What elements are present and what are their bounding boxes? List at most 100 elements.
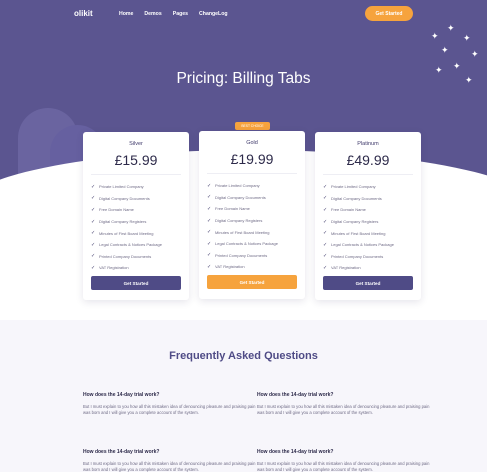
feature-label: Minutes of First Board Meeting — [99, 230, 154, 236]
faq-section: Frequently Asked Questions How does the … — [0, 320, 487, 472]
feature-item: ✓ Digital Company Registers — [91, 216, 162, 228]
faq-item: How does the 14-day trial work? But I mu… — [83, 449, 263, 472]
silver-get-started-button[interactable]: Get Started — [91, 276, 181, 290]
plan-price: £19.99 — [230, 151, 274, 167]
feature-label: Minutes of First Board Meeting — [331, 230, 386, 236]
feature-label: Legal Contracts & Notices Package — [99, 242, 162, 248]
gold-get-started-button[interactable]: Get Started — [207, 275, 297, 289]
feature-list: ✓ Private Limited Company ✓ Digital Compan… — [91, 181, 162, 274]
feature-label: Digital Company Documents — [99, 195, 150, 201]
bird-icon: ✦ — [463, 33, 471, 43]
check-icon: ✓ — [323, 218, 328, 225]
faq-item: How does the 14-day trial work? But I mu… — [257, 449, 437, 472]
feature-item: ✓ Minutes of First Board Meeting — [323, 227, 394, 239]
feature-item: ✓ Printed Company Documents — [207, 250, 278, 262]
nav-links: Home Demos Pages ChangeLog — [119, 11, 228, 17]
nav-link-pages[interactable]: Pages — [173, 11, 188, 17]
pricing-card-silver: Silver £15.99 ✓ Private Limited Company ✓… — [83, 132, 189, 300]
feature-item: ✓ Digital Company Documents — [323, 193, 394, 205]
feature-label: Printed Company Documents — [331, 253, 384, 259]
nav-link-changelog[interactable]: ChangeLog — [199, 11, 228, 17]
check-icon: ✓ — [207, 194, 212, 201]
faq-question: How does the 14-day trial work? — [83, 449, 160, 455]
feature-label: Free Domain Name — [99, 207, 134, 213]
feature-item: ✓ Minutes of First Board Meeting — [91, 227, 162, 239]
feature-item: ✓ VAT Registration — [207, 261, 278, 273]
divider — [207, 173, 297, 174]
bird-icon: ✦ — [471, 49, 479, 59]
feature-label: Printed Company Documents — [99, 253, 152, 259]
logo[interactable]: olikit — [74, 9, 93, 18]
feature-item: ✓ Digital Company Registers — [207, 215, 278, 227]
get-started-button[interactable]: Get Started — [365, 6, 413, 21]
check-icon: ✓ — [91, 183, 96, 190]
feature-item: ✓ VAT Registration — [323, 262, 394, 274]
birds-illustration: ✦ ✦ ✦ ✦ ✦ ✦ ✦ ✦ — [427, 22, 487, 102]
check-icon: ✓ — [91, 264, 96, 271]
check-icon: ✓ — [91, 218, 96, 225]
top-nav: olikit Home Demos Pages ChangeLog Get St… — [0, 0, 487, 28]
feature-item: ✓ Digital Company Documents — [91, 193, 162, 205]
check-icon: ✓ — [207, 217, 212, 224]
page-title: Pricing: Billing Tabs — [176, 70, 311, 87]
check-icon: ✓ — [323, 253, 328, 260]
check-icon: ✓ — [323, 241, 328, 248]
pricing-card-gold: Gold £19.99 ✓ Private Limited Company ✓ Di… — [199, 131, 305, 299]
bird-icon: ✦ — [431, 31, 439, 41]
feature-item: ✓ Digital Company Documents — [207, 192, 278, 204]
faq-answer: But I must explain to you how all this m… — [83, 461, 256, 472]
check-icon: ✓ — [207, 263, 212, 270]
check-icon: ✓ — [323, 183, 328, 190]
check-icon: ✓ — [207, 205, 212, 212]
faq-item: How does the 14-day trial work? But I mu… — [257, 392, 437, 417]
faq-question: How does the 14-day trial work? — [257, 392, 334, 398]
feature-label: Digital Company Registers — [215, 218, 263, 224]
feature-label: Digital Company Registers — [331, 219, 379, 225]
feature-item: ✓ Private Limited Company — [207, 180, 278, 192]
feature-item: ✓ Legal Contracts & Notices Package — [323, 239, 394, 251]
faq-answer: But I must explain to you how all this m… — [257, 461, 430, 472]
faq-answer: But I must explain to you how all this m… — [83, 404, 256, 416]
plan-name: Gold — [246, 140, 258, 146]
feature-label: Legal Contracts & Notices Package — [331, 242, 394, 248]
check-icon: ✓ — [323, 206, 328, 213]
faq-item: How does the 14-day trial work? But I mu… — [83, 392, 263, 417]
feature-item: ✓ Printed Company Documents — [323, 251, 394, 263]
plan-price: £15.99 — [114, 152, 158, 168]
feature-list: ✓ Private Limited Company ✓ Digital Compan… — [207, 180, 278, 273]
divider — [323, 174, 413, 175]
plan-price: £49.99 — [346, 152, 390, 168]
nav-link-home[interactable]: Home — [119, 11, 133, 17]
check-icon: ✓ — [91, 206, 96, 213]
feature-item: ✓ Free Domain Name — [207, 203, 278, 215]
feature-item: ✓ Private Limited Company — [91, 181, 162, 193]
check-icon: ✓ — [91, 253, 96, 260]
feature-item: ✓ Legal Contracts & Notices Package — [91, 239, 162, 251]
feature-label: Private Limited Company — [99, 184, 144, 190]
feature-label: Private Limited Company — [215, 183, 260, 189]
check-icon: ✓ — [207, 240, 212, 247]
feature-item: ✓ Free Domain Name — [91, 204, 162, 216]
divider — [91, 174, 181, 175]
check-icon: ✓ — [323, 230, 328, 237]
platinum-get-started-button[interactable]: Get Started — [323, 276, 413, 290]
feature-label: Printed Company Documents — [215, 252, 268, 258]
feature-label: VAT Registration — [215, 264, 245, 270]
feature-item: ✓ Digital Company Registers — [323, 216, 394, 228]
nav-link-demos[interactable]: Demos — [144, 11, 161, 17]
plan-name: Platinum — [357, 141, 379, 147]
faq-title: Frequently Asked Questions — [169, 350, 318, 362]
feature-item: ✓ Legal Contracts & Notices Package — [207, 238, 278, 250]
check-icon: ✓ — [323, 195, 328, 202]
check-icon: ✓ — [207, 229, 212, 236]
feature-label: VAT Registration — [99, 265, 129, 271]
feature-label: VAT Registration — [331, 265, 361, 271]
feature-label: Free Domain Name — [215, 206, 250, 212]
feature-label: Private Limited Company — [331, 184, 376, 190]
feature-label: Digital Company Documents — [331, 195, 382, 201]
faq-question: How does the 14-day trial work? — [83, 392, 160, 398]
feature-item: ✓ Free Domain Name — [323, 204, 394, 216]
feature-list: ✓ Private Limited Company ✓ Digital Compan… — [323, 181, 394, 274]
plan-name: Silver — [129, 141, 143, 147]
feature-item: ✓ Minutes of First Board Meeting — [207, 226, 278, 238]
